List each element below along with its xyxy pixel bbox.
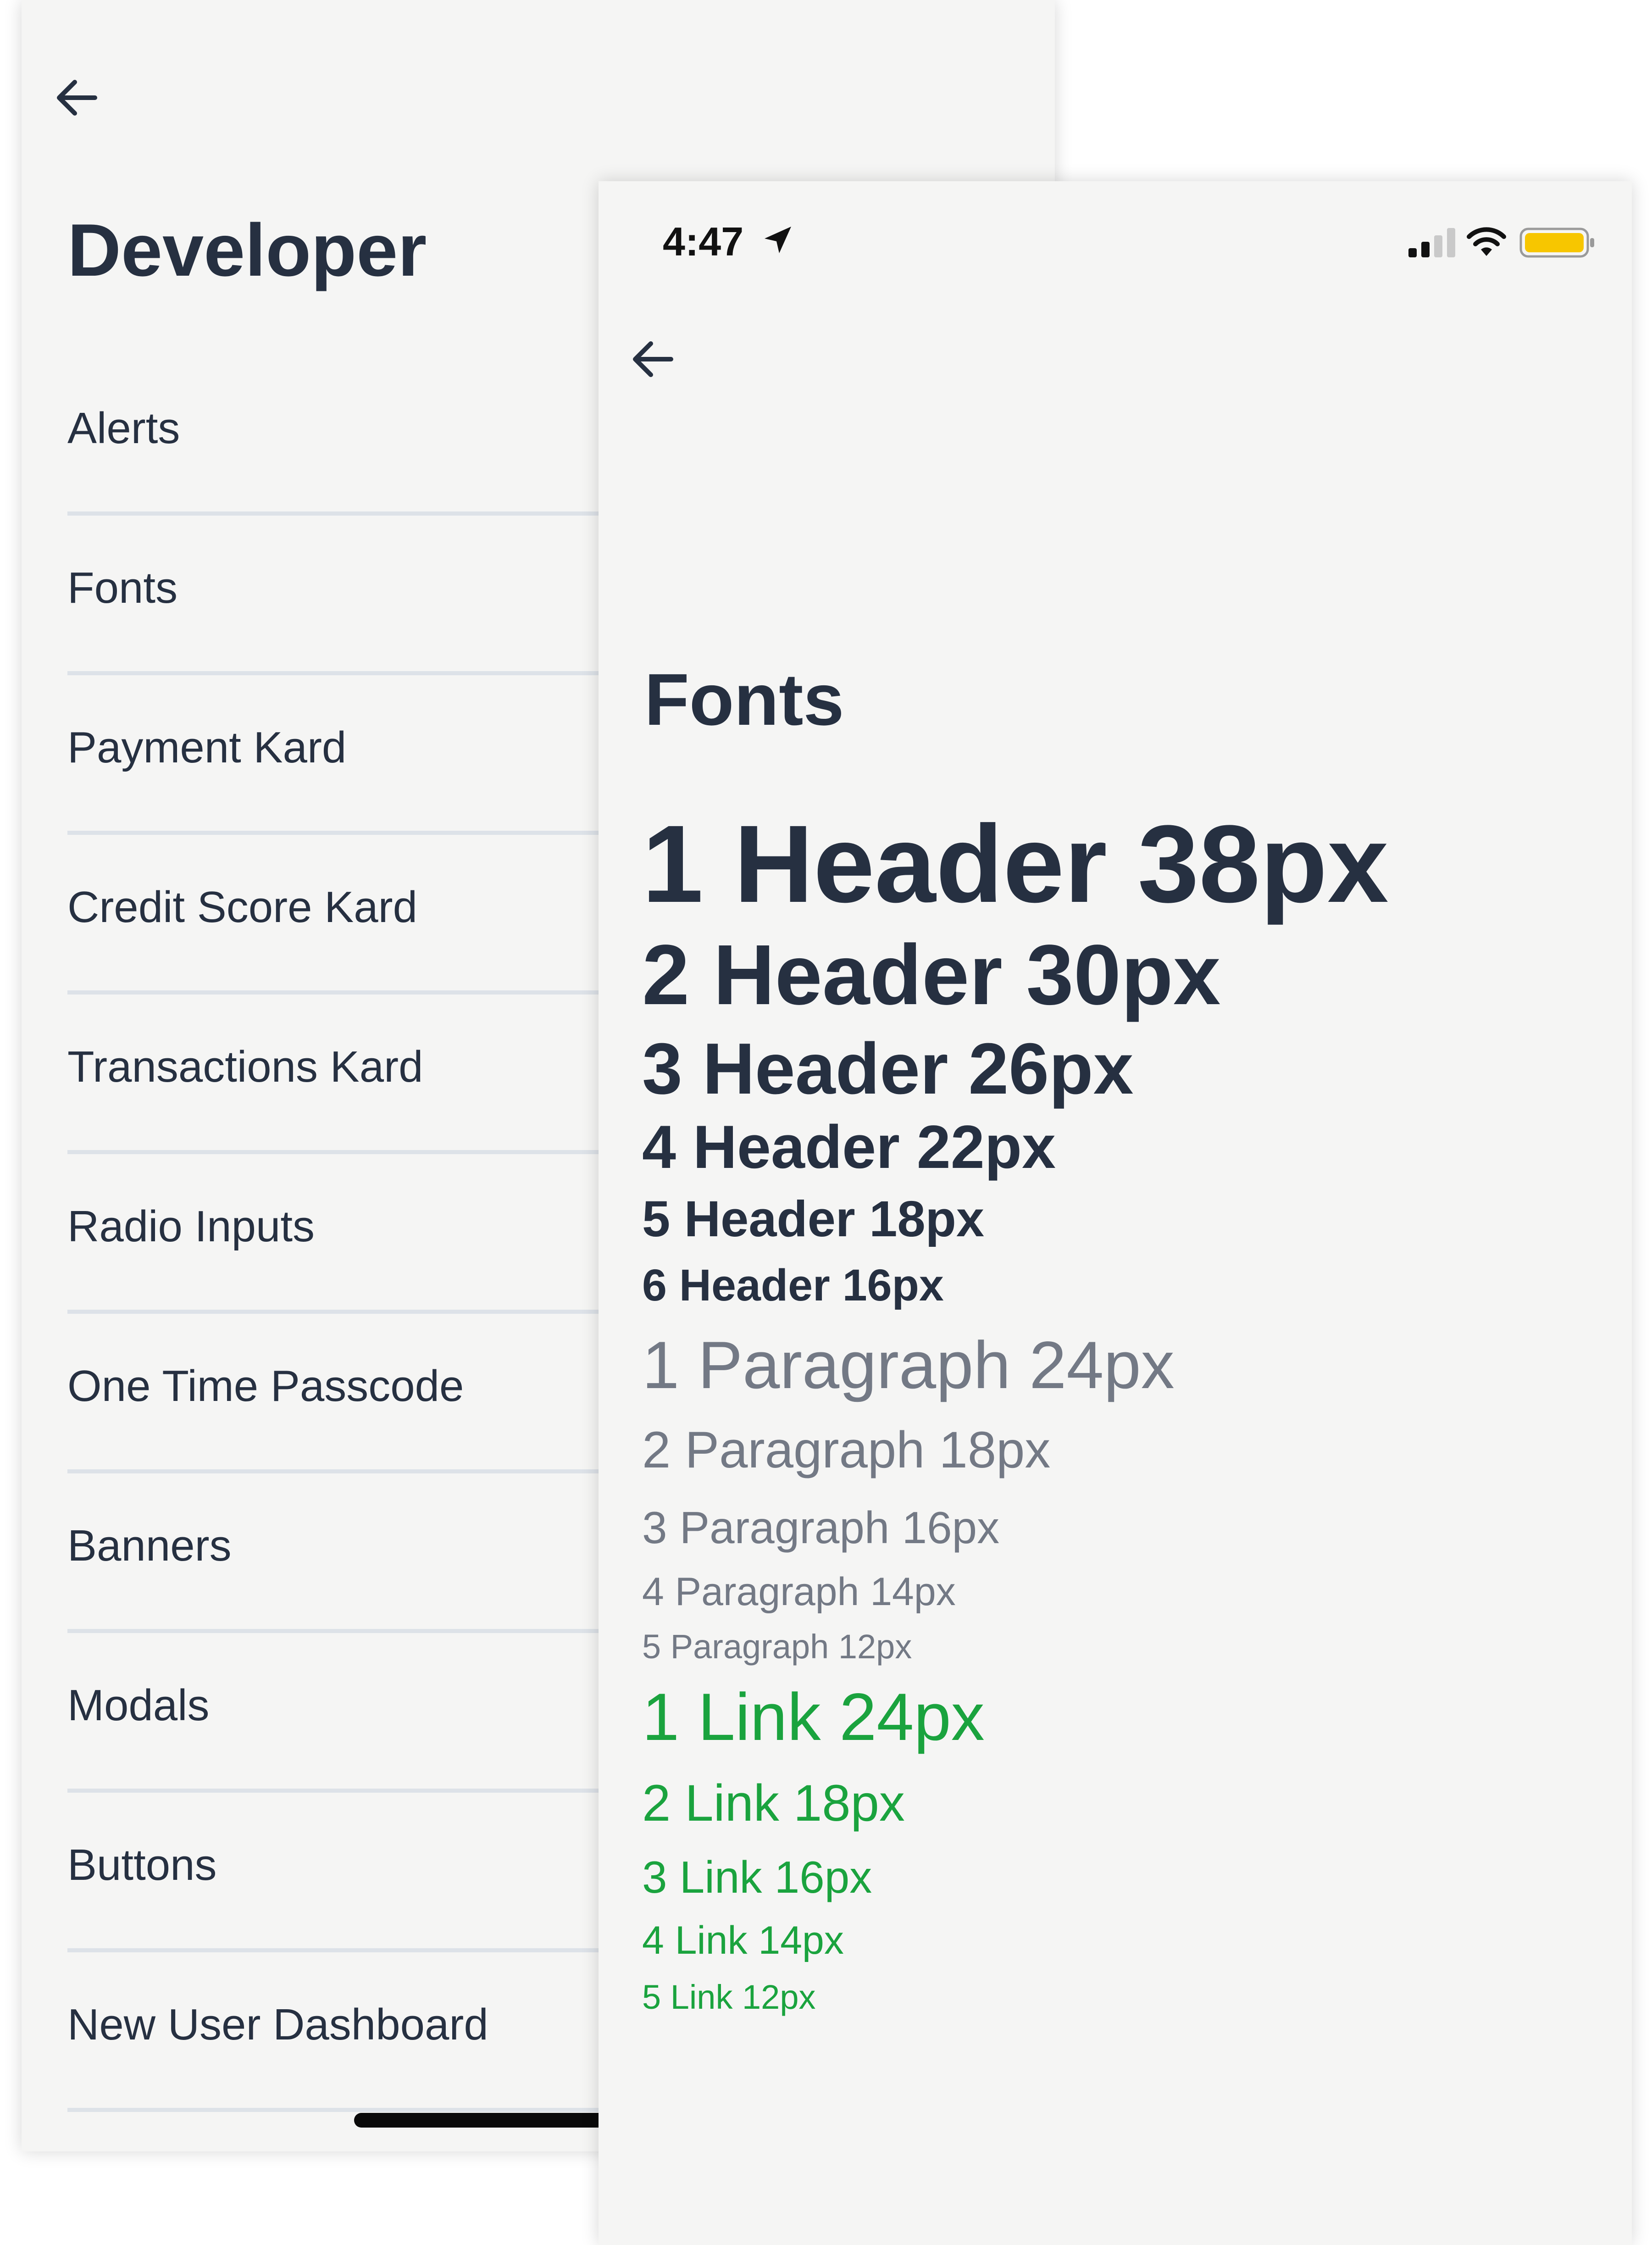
- link-sample-1[interactable]: 1 Link 24px: [642, 1684, 985, 1750]
- link-sample-4[interactable]: 4 Link 14px: [642, 1921, 844, 1960]
- menu-item-label: Credit Score Kard: [67, 883, 417, 932]
- menu-item-label: Banners: [67, 1521, 232, 1570]
- menu-item-credit-score-kard[interactable]: Credit Score Kard: [67, 835, 641, 995]
- menu-item-label: Transactions Kard: [67, 1042, 423, 1091]
- developer-menu: Alerts Fonts Payment Kard Credit Score K…: [67, 356, 641, 2112]
- wifi-icon: [1467, 227, 1506, 256]
- header-sample-2: 2 Header 30px: [642, 928, 1221, 1022]
- menu-item-label: Payment Kard: [67, 723, 347, 772]
- menu-item-buttons[interactable]: Buttons: [67, 1793, 641, 1952]
- menu-item-label: Buttons: [67, 1840, 217, 1889]
- home-indicator[interactable]: [354, 2113, 611, 2128]
- menu-item-new-user-dashboard[interactable]: New User Dashboard: [67, 1952, 641, 2112]
- cellular-signal-icon: [1408, 228, 1455, 257]
- paragraph-sample-1: 1 Paragraph 24px: [642, 1328, 1175, 1402]
- menu-item-label: Modals: [67, 1681, 210, 1730]
- menu-item-modals[interactable]: Modals: [67, 1633, 641, 1793]
- back-arrow-icon[interactable]: [55, 78, 99, 117]
- battery-icon: [1519, 228, 1594, 258]
- menu-item-label: One Time Passcode: [67, 1361, 464, 1411]
- menu-item-radio-inputs[interactable]: Radio Inputs: [67, 1154, 641, 1314]
- paragraph-sample-4: 4 Paragraph 14px: [642, 1570, 956, 1614]
- paragraph-sample-3: 3 Paragraph 16px: [642, 1502, 1000, 1553]
- link-sample-3[interactable]: 3 Link 16px: [642, 1855, 872, 1900]
- location-arrow-icon: [765, 227, 791, 253]
- menu-item-fonts[interactable]: Fonts: [67, 516, 641, 675]
- link-sample-5[interactable]: 5 Link 12px: [642, 1980, 816, 2014]
- menu-item-transactions-kard[interactable]: Transactions Kard: [67, 995, 641, 1154]
- paragraph-sample-2: 2 Paragraph 18px: [642, 1421, 1051, 1478]
- paragraph-sample-5: 5 Paragraph 12px: [642, 1628, 912, 1666]
- fonts-screen: 4:47 Fonts 1 Header 38px 2 Header 30px 3…: [599, 181, 1632, 2245]
- menu-item-label: Alerts: [67, 404, 180, 453]
- header-sample-4: 4 Header 22px: [642, 1113, 1056, 1181]
- page-title: Developer: [67, 209, 427, 292]
- header-sample-1: 1 Header 38px: [642, 802, 1389, 925]
- menu-item-label: New User Dashboard: [67, 2000, 488, 2049]
- link-sample-2[interactable]: 2 Link 18px: [642, 1778, 905, 1829]
- header-sample-6: 6 Header 16px: [642, 1260, 944, 1310]
- header-sample-5: 5 Header 18px: [642, 1191, 984, 1247]
- status-time: 4:47: [663, 219, 744, 264]
- header-sample-3: 3 Header 26px: [642, 1028, 1134, 1109]
- back-arrow-icon[interactable]: [631, 339, 675, 379]
- menu-item-payment-kard[interactable]: Payment Kard: [67, 675, 641, 835]
- menu-item-one-time-passcode[interactable]: One Time Passcode: [67, 1314, 641, 1473]
- menu-item-banners[interactable]: Banners: [67, 1473, 641, 1633]
- page-title: Fonts: [644, 658, 844, 740]
- menu-item-label: Fonts: [67, 563, 178, 612]
- menu-item-alerts[interactable]: Alerts: [67, 356, 641, 516]
- menu-item-label: Radio Inputs: [67, 1202, 315, 1251]
